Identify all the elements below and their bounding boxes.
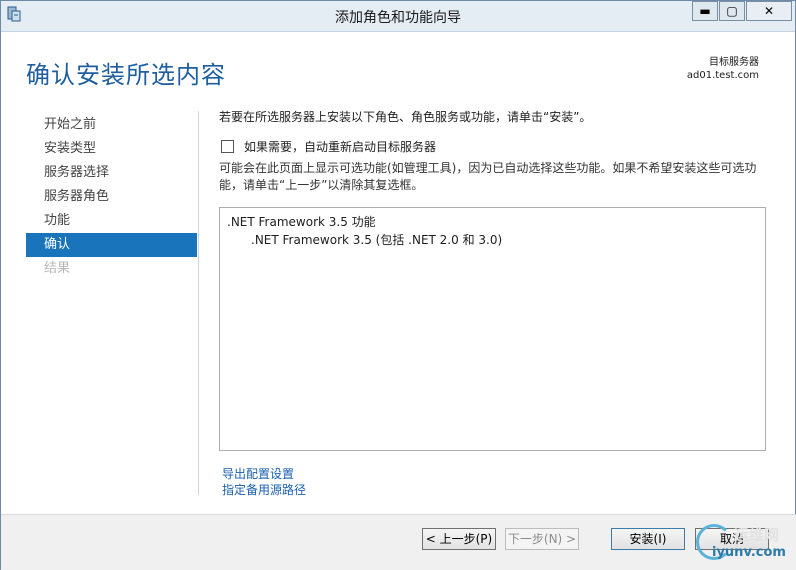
selected-features-list[interactable]: .NET Framework 3.5 功能 .NET Framework 3.5… — [219, 207, 766, 451]
nav-item-features[interactable]: 功能 — [26, 209, 197, 233]
nav-item-results: 结果 — [44, 261, 71, 276]
destination-server: 目标服务器 ad01.test.com — [687, 56, 759, 82]
alternate-source-link[interactable]: 指定备用源路径 — [222, 481, 306, 498]
restart-label[interactable]: 如果需要，自动重新启动目标服务器 — [244, 138, 436, 155]
restart-option[interactable]: 如果需要，自动重新启动目标服务器 — [221, 138, 436, 155]
previous-button[interactable]: < 上一步(P) — [422, 528, 496, 550]
destination-label: 目标服务器 — [709, 57, 759, 68]
page-title: 确认安装所选内容 — [26, 61, 226, 89]
cancel-button[interactable]: 取消 — [695, 528, 769, 550]
intro-text: 若要在所选服务器上安装以下角色、角色服务或功能，请单击“安装”。 — [219, 110, 592, 124]
wizard-window: 添加角色和功能向导 ▬ ▢ ✕ 确认安装所选内容 目标服务器 ad01.test… — [0, 0, 796, 570]
restart-checkbox[interactable] — [221, 140, 234, 153]
export-config-link[interactable]: 导出配置设置 — [222, 465, 294, 482]
optional-features-note: 可能会在此页面上显示可选功能(如管理工具)，因为已自动选择这些功能。如果不希望安… — [219, 161, 757, 192]
nav-item-server-roles[interactable]: 服务器角色 — [26, 185, 197, 209]
list-item: .NET Framework 3.5 功能 — [227, 215, 376, 229]
wizard-nav: 开始之前 安装类型 服务器选择 服务器角色 功能 确认 结果 — [26, 113, 197, 281]
next-button: 下一步(N) > — [505, 528, 579, 550]
destination-server-name: ad01.test.com — [686, 70, 759, 81]
close-button[interactable]: ✕ — [746, 1, 792, 21]
list-item: .NET Framework 3.5 (包括 .NET 2.0 和 3.0) — [251, 233, 503, 247]
title-bar[interactable]: 添加角色和功能向导 ▬ ▢ ✕ — [1, 1, 795, 32]
minimize-button[interactable]: ▬ — [692, 1, 718, 21]
nav-item-installation-type[interactable]: 安装类型 — [26, 137, 197, 161]
nav-item-confirmation[interactable]: 确认 — [26, 233, 197, 257]
nav-item-before-you-begin[interactable]: 开始之前 — [26, 113, 197, 137]
install-button[interactable]: 安装(I) — [611, 528, 685, 550]
maximize-button[interactable]: ▢ — [719, 1, 745, 21]
window-title: 添加角色和功能向导 — [335, 10, 461, 26]
nav-divider — [198, 111, 199, 495]
wizard-footer: < 上一步(P) 下一步(N) > 安装(I) 取消 — [1, 514, 796, 570]
nav-item-server-selection[interactable]: 服务器选择 — [26, 161, 197, 185]
